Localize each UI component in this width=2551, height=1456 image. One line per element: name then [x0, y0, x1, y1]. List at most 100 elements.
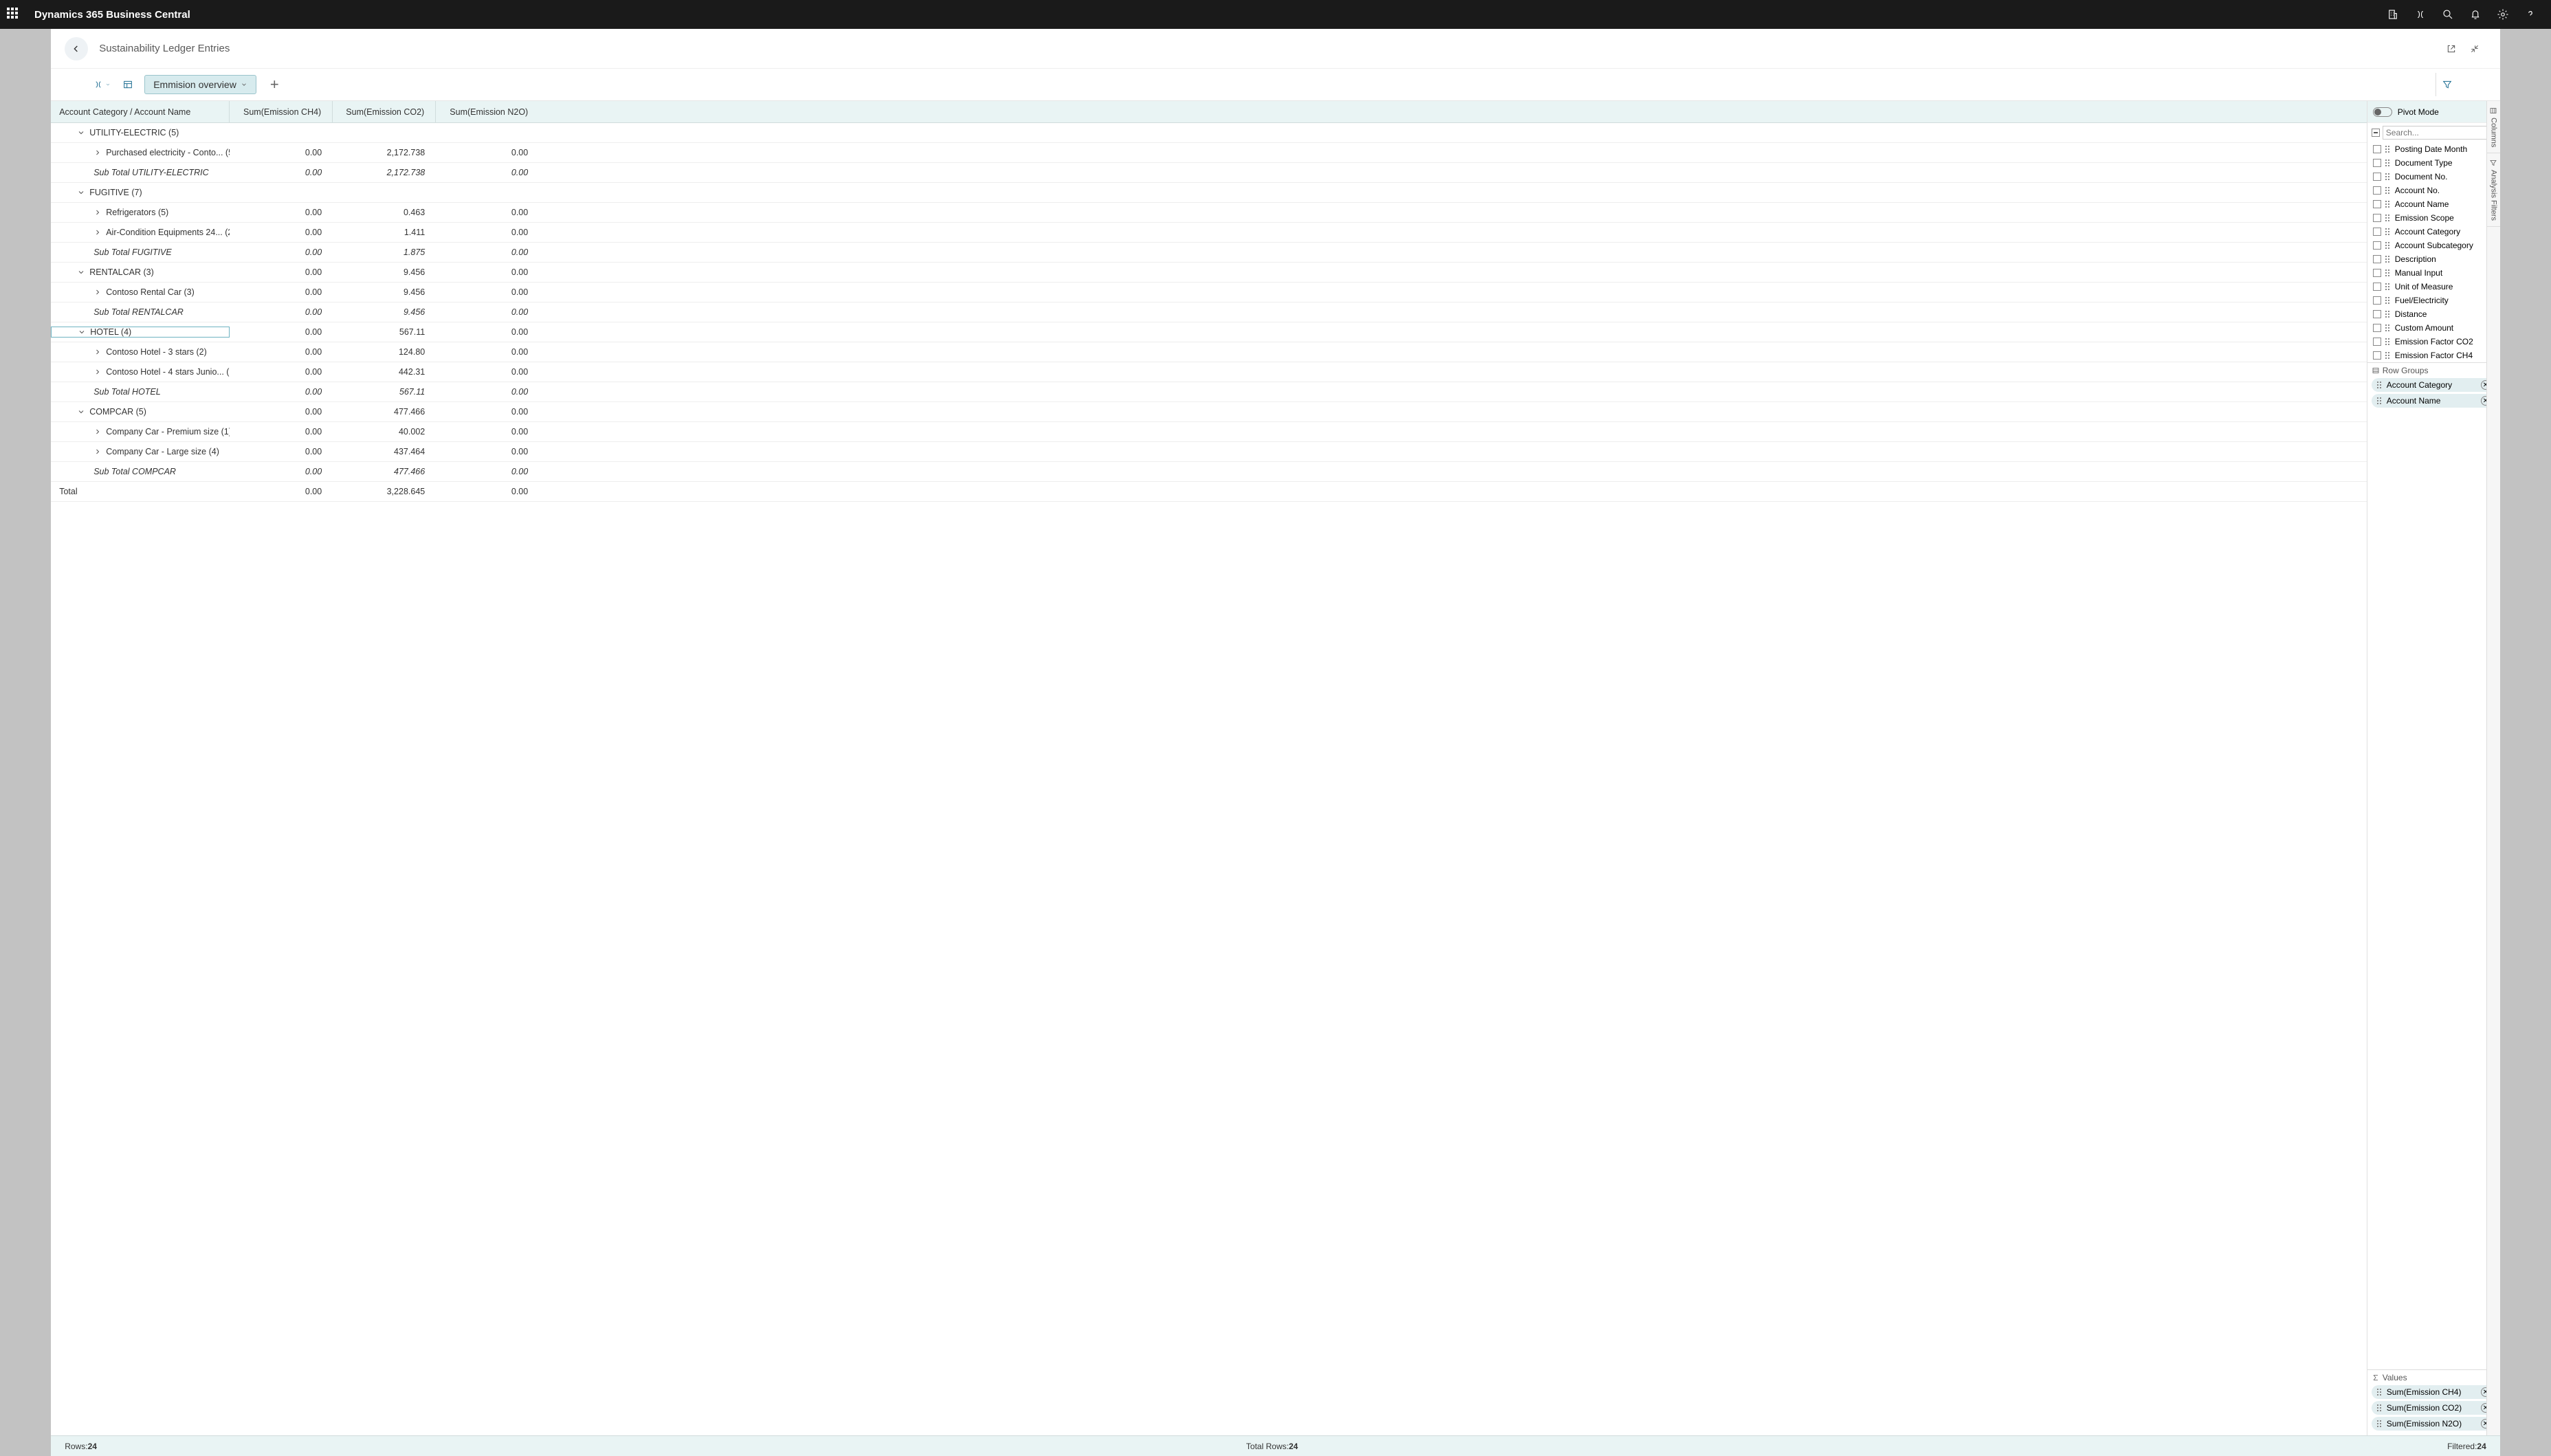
table-row[interactable]: Air-Condition Equipments 24... (2)0.001.…: [51, 223, 2367, 243]
field-checkbox[interactable]: [2373, 269, 2381, 277]
drag-handle-icon[interactable]: [2385, 324, 2391, 331]
drag-handle-icon[interactable]: [2385, 256, 2391, 263]
drag-handle-icon[interactable]: [2377, 382, 2383, 388]
field-list[interactable]: Posting Date MonthDocument TypeDocument …: [2367, 142, 2500, 362]
field-checkbox[interactable]: [2373, 310, 2381, 318]
col-header-ch4[interactable]: Sum(Emission CH4): [230, 101, 333, 122]
field-row[interactable]: Distance: [2367, 307, 2500, 321]
drag-handle-icon[interactable]: [2385, 159, 2391, 166]
chevron-down-icon[interactable]: [77, 129, 85, 137]
chevron-right-icon[interactable]: [93, 288, 102, 296]
row-group-pill[interactable]: Account Category✕: [2372, 378, 2496, 392]
drag-handle-icon[interactable]: [2377, 397, 2383, 404]
drag-handle-icon[interactable]: [2385, 187, 2391, 194]
grid-body[interactable]: UTILITY-ELECTRIC (5)Purchased electricit…: [51, 123, 2367, 1435]
table-row[interactable]: Total0.003,228.6450.00: [51, 482, 2367, 502]
drag-handle-icon[interactable]: [2377, 1389, 2383, 1396]
drag-handle-icon[interactable]: [2385, 214, 2391, 221]
drag-handle-icon[interactable]: [2385, 242, 2391, 249]
bell-icon[interactable]: [2462, 0, 2489, 29]
field-checkbox[interactable]: [2373, 145, 2381, 153]
field-row[interactable]: Account No.: [2367, 184, 2500, 197]
value-pill[interactable]: Sum(Emission CH4)✕: [2372, 1385, 2496, 1399]
field-checkbox[interactable]: [2373, 159, 2381, 167]
chevron-down-icon[interactable]: [77, 188, 85, 197]
chevron-down-icon[interactable]: [78, 328, 86, 336]
field-checkbox[interactable]: [2373, 351, 2381, 360]
drag-handle-icon[interactable]: [2385, 311, 2391, 318]
field-checkbox[interactable]: [2373, 324, 2381, 332]
field-checkbox[interactable]: [2373, 214, 2381, 222]
chevron-right-icon[interactable]: [93, 228, 102, 236]
field-row[interactable]: Manual Input: [2367, 266, 2500, 280]
table-row[interactable]: RENTALCAR (3)0.009.4560.00: [51, 263, 2367, 283]
add-tab-button[interactable]: +: [270, 76, 279, 93]
table-row[interactable]: HOTEL (4)0.00567.110.00: [51, 322, 2367, 342]
field-row[interactable]: Account Subcategory: [2367, 239, 2500, 252]
chevron-right-icon[interactable]: [93, 448, 102, 456]
gear-icon[interactable]: [2489, 0, 2517, 29]
field-checkbox[interactable]: [2373, 255, 2381, 263]
field-row[interactable]: Emission Factor CO2: [2367, 335, 2500, 349]
tab-emission-overview[interactable]: Emmision overview: [144, 75, 256, 94]
chevron-right-icon[interactable]: [93, 208, 102, 217]
field-checkbox[interactable]: [2373, 241, 2381, 250]
drag-handle-icon[interactable]: [2385, 146, 2391, 153]
back-button[interactable]: [65, 37, 88, 60]
search-icon[interactable]: [2434, 0, 2462, 29]
drag-handle-icon[interactable]: [2385, 201, 2391, 208]
help-icon[interactable]: [2517, 0, 2544, 29]
copilot-icon[interactable]: [2407, 0, 2434, 29]
field-checkbox[interactable]: [2373, 283, 2381, 291]
field-row[interactable]: Document Type: [2367, 156, 2500, 170]
collapse-icon[interactable]: [2463, 37, 2486, 60]
chevron-down-icon[interactable]: [77, 268, 85, 276]
table-row[interactable]: Purchased electricity - Conto... (5)0.00…: [51, 143, 2367, 163]
drag-handle-icon[interactable]: [2385, 228, 2391, 235]
table-row[interactable]: Sub Total COMPCAR0.00477.4660.00: [51, 462, 2367, 482]
field-row[interactable]: Posting Date Month: [2367, 142, 2500, 156]
filter-icon[interactable]: [2436, 73, 2459, 96]
drag-handle-icon[interactable]: [2385, 297, 2391, 304]
table-row[interactable]: COMPCAR (5)0.00477.4660.00: [51, 402, 2367, 422]
drag-handle-icon[interactable]: [2377, 1420, 2383, 1427]
field-checkbox[interactable]: [2373, 228, 2381, 236]
table-row[interactable]: UTILITY-ELECTRIC (5): [51, 123, 2367, 143]
drag-handle-icon[interactable]: [2385, 173, 2391, 180]
copilot-dropdown-icon[interactable]: [92, 75, 111, 94]
vtab-analysis-filters[interactable]: Analysis Filters: [2487, 153, 2500, 227]
table-row[interactable]: Contoso Hotel - 4 stars Junio... (2)0.00…: [51, 362, 2367, 382]
table-row[interactable]: Contoso Rental Car (3)0.009.4560.00: [51, 283, 2367, 302]
table-row[interactable]: Refrigerators (5)0.000.4630.00: [51, 203, 2367, 223]
layout-icon[interactable]: [118, 75, 137, 94]
field-row[interactable]: Description: [2367, 252, 2500, 266]
table-row[interactable]: Sub Total HOTEL0.00567.110.00: [51, 382, 2367, 402]
field-row[interactable]: Custom Amount: [2367, 321, 2500, 335]
field-row[interactable]: Account Category: [2367, 225, 2500, 239]
drag-handle-icon[interactable]: [2385, 352, 2391, 359]
field-row[interactable]: Unit of Measure: [2367, 280, 2500, 294]
field-checkbox[interactable]: [2373, 200, 2381, 208]
select-all-fields-checkbox[interactable]: [2372, 129, 2380, 137]
value-pill[interactable]: Sum(Emission N2O)✕: [2372, 1417, 2496, 1431]
table-row[interactable]: Sub Total UTILITY-ELECTRIC0.002,172.7380…: [51, 163, 2367, 183]
drag-handle-icon[interactable]: [2377, 1404, 2383, 1411]
table-row[interactable]: Company Car - Large size (4)0.00437.4640…: [51, 442, 2367, 462]
table-row[interactable]: Sub Total FUGITIVE0.001.8750.00: [51, 243, 2367, 263]
chevron-right-icon[interactable]: [93, 368, 102, 376]
app-launcher-icon[interactable]: [7, 8, 21, 21]
chevron-right-icon[interactable]: [93, 148, 102, 157]
field-checkbox[interactable]: [2373, 173, 2381, 181]
field-search-input[interactable]: [2383, 126, 2496, 140]
table-row[interactable]: Sub Total RENTALCAR0.009.4560.00: [51, 302, 2367, 322]
drag-handle-icon[interactable]: [2385, 338, 2391, 345]
row-group-pill[interactable]: Account Name✕: [2372, 394, 2496, 408]
table-row[interactable]: Contoso Hotel - 3 stars (2)0.00124.800.0…: [51, 342, 2367, 362]
field-row[interactable]: Account Name: [2367, 197, 2500, 211]
chevron-right-icon[interactable]: [93, 348, 102, 356]
drag-handle-icon[interactable]: [2385, 283, 2391, 290]
value-pill[interactable]: Sum(Emission CO2)✕: [2372, 1401, 2496, 1415]
table-row[interactable]: Company Car - Premium size (1)0.0040.002…: [51, 422, 2367, 442]
table-row[interactable]: FUGITIVE (7): [51, 183, 2367, 203]
col-header-n2o[interactable]: Sum(Emission N2O): [436, 101, 539, 122]
